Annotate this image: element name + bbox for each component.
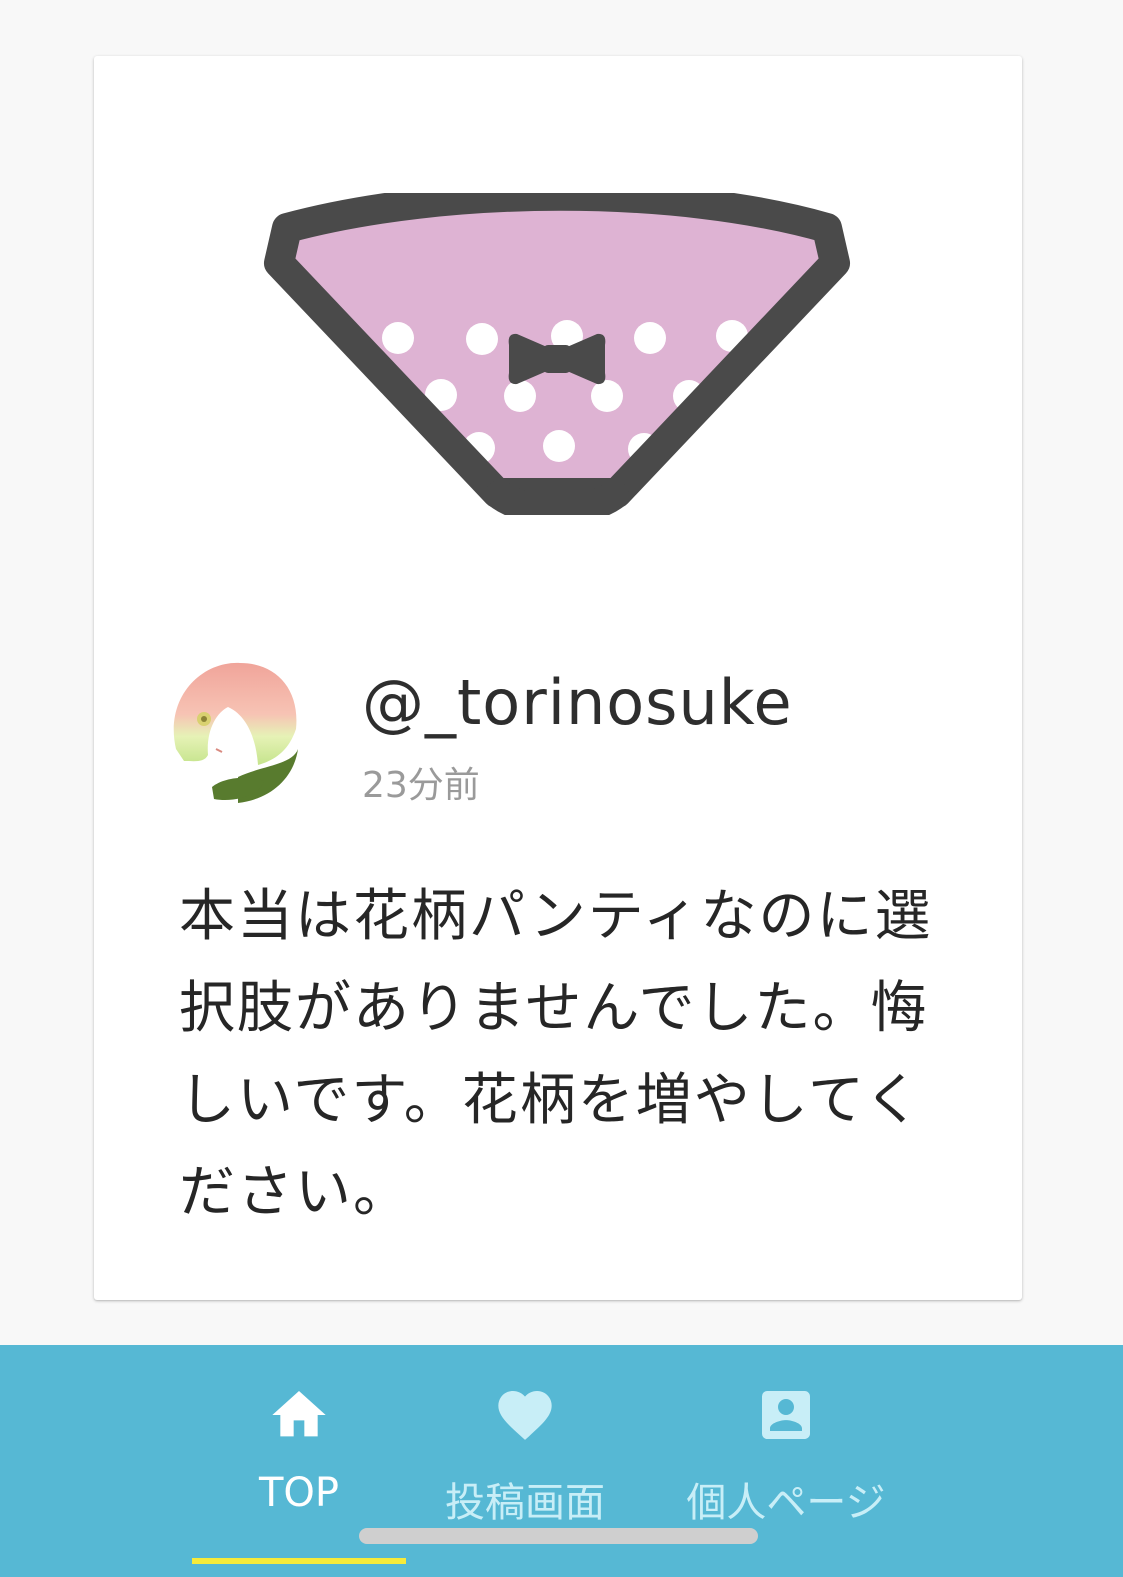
post-timestamp: 23分前 — [362, 765, 480, 806]
user-avatar[interactable] — [164, 657, 298, 803]
home-icon — [272, 1391, 326, 1437]
nav-item-post-label: 投稿画面 — [445, 1480, 605, 1526]
nav-item-profile-label: 個人ページ — [686, 1480, 886, 1526]
home-indicator-bar[interactable] — [359, 1528, 758, 1544]
active-tab-indicator — [192, 1558, 406, 1564]
post-image — [264, 193, 850, 515]
post-body-text: 本当は花柄パンティなのに選択肢がありませんでした。悔しいです。花柄を増やしてくだ… — [179, 884, 933, 1225]
heart-icon — [498, 1391, 552, 1440]
post-card[interactable]: @_torinosuke 23分前 本当は花柄パンティなのに選択肢がありませんで… — [94, 56, 1022, 1300]
post-username[interactable]: @_torinosuke — [362, 666, 793, 739]
bottom-navigation: TOP 投稿画面 個人ページ — [0, 1345, 1123, 1577]
account-box-icon — [762, 1391, 810, 1439]
nav-item-top-label: TOP — [258, 1470, 340, 1516]
